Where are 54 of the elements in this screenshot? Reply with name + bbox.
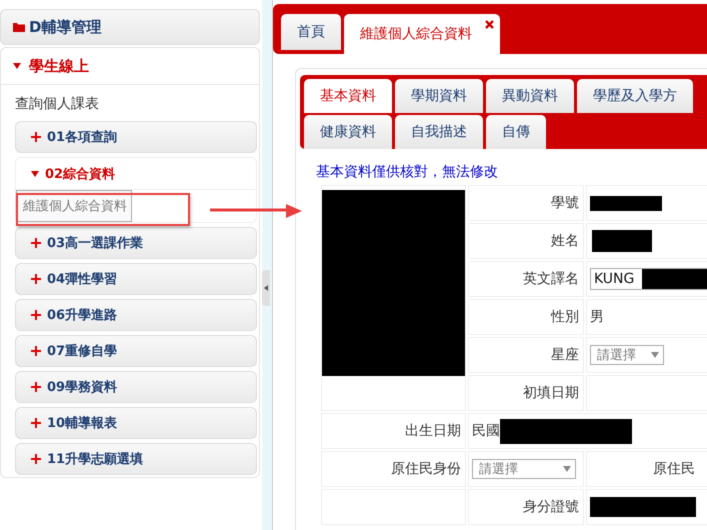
menu-group[interactable]: 06升學進路 xyxy=(15,299,257,331)
menu-group[interactable]: 03高一選課作業 xyxy=(15,227,257,259)
section-tab[interactable]: 自傳 xyxy=(486,115,546,149)
field-value: 男 xyxy=(590,309,604,325)
menu-link[interactable]: 查詢個人課表 xyxy=(1,85,259,121)
plus-icon xyxy=(31,274,41,284)
menu-group[interactable]: 04彈性學習 xyxy=(15,263,257,295)
caret-icon xyxy=(13,63,21,69)
section-tab[interactable]: 學歷及入學方 xyxy=(577,79,693,113)
field-label: 出生日期 xyxy=(321,413,466,449)
close-icon[interactable] xyxy=(485,20,494,29)
field-label: 身分證號 xyxy=(468,489,584,525)
plus-icon xyxy=(31,310,41,320)
select-field[interactable]: 請選擇 xyxy=(472,459,576,479)
field-label: 初填日期 xyxy=(468,375,584,411)
menu-group[interactable]: 07重修自學 xyxy=(15,335,257,367)
plus-icon xyxy=(31,238,41,248)
section-tab[interactable]: 健康資料 xyxy=(304,115,392,149)
page-tab[interactable]: 維護個人綜合資料 xyxy=(344,14,500,54)
field-label: 星座 xyxy=(468,337,584,373)
menu-item[interactable]: 維護個人綜合資料 xyxy=(16,190,132,222)
select-field[interactable]: 請選擇 xyxy=(590,345,664,365)
field-value: 民國 xyxy=(472,422,500,440)
menu-group[interactable]: 01各項查詢 xyxy=(15,121,257,153)
menu-section[interactable]: 學生線上 xyxy=(1,48,259,85)
collapse-handle[interactable] xyxy=(262,270,270,306)
menu-header[interactable]: D輔導管理 xyxy=(0,9,260,45)
plus-icon xyxy=(31,346,41,356)
dropdown-arrow-icon xyxy=(651,352,659,358)
field-label: 英文譯名 xyxy=(468,261,584,297)
redaction-block xyxy=(592,230,652,252)
plus-icon xyxy=(31,418,41,428)
field-label: 姓名 xyxy=(468,223,584,259)
page-tab[interactable]: 首頁 xyxy=(281,14,341,50)
plus-icon xyxy=(31,454,41,464)
dropdown-arrow-icon xyxy=(563,466,571,472)
field-label: 性別 xyxy=(468,299,584,335)
plus-icon xyxy=(31,132,41,142)
section-tab[interactable]: 異動資料 xyxy=(486,79,574,113)
section-tab[interactable]: 基本資料 xyxy=(304,79,392,113)
section-tab[interactable]: 自我描述 xyxy=(395,115,483,149)
folder-icon xyxy=(13,22,25,32)
menu-group[interactable]: 10輔導報表 xyxy=(15,407,257,439)
redaction-block xyxy=(590,196,662,211)
notice-text: 基本資料僅供核對，無法修改 xyxy=(315,163,499,182)
menu-group[interactable]: 11升學志願選填 xyxy=(15,443,257,475)
plus-icon xyxy=(31,382,41,392)
field-label: 原住民 xyxy=(586,451,707,487)
input-field[interactable]: KUNG xyxy=(590,268,707,290)
menu-group[interactable]: 09學務資料 xyxy=(15,371,257,403)
field-label: 學號 xyxy=(468,185,584,221)
section-tab[interactable]: 學期資料 xyxy=(395,79,483,113)
caret-icon xyxy=(31,170,39,176)
field-label: 原住民身份 xyxy=(321,451,466,487)
